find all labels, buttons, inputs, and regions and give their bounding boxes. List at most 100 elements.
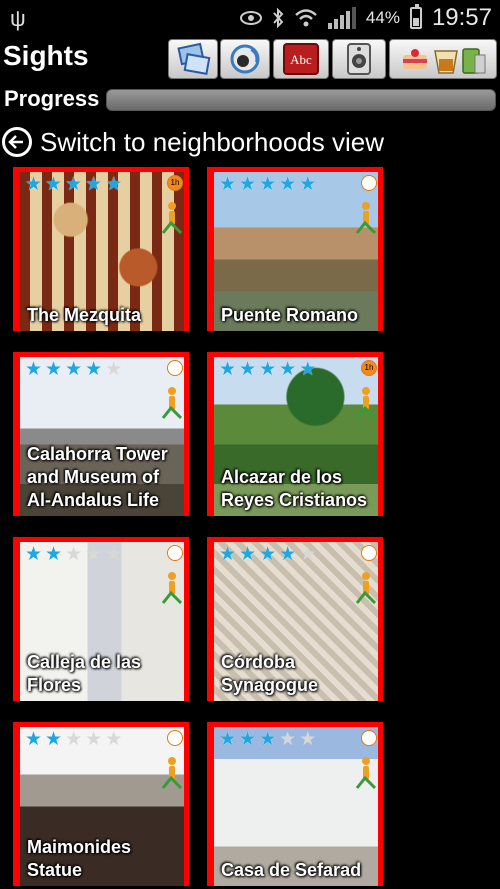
- clock-time: 19:57: [431, 4, 492, 31]
- sight-name: Maimonides Statue: [27, 837, 132, 880]
- progress-label: Progress: [4, 86, 100, 111]
- card-border: [207, 167, 383, 172]
- sight-name: Casa de Sefarad: [221, 860, 362, 880]
- walking-person-icon: [161, 757, 183, 790]
- sight-card[interactable]: ★ ★ ★ ★ ★ Calahorra Tower and Museum of Al-A…: [13, 352, 189, 516]
- svg-text:Abc: Abc: [290, 52, 312, 67]
- sight-name: Córdoba Synagogue: [221, 652, 319, 695]
- switch-view-link[interactable]: Switch to neighborhoods view: [0, 122, 500, 162]
- star-icon: ★: [45, 729, 63, 750]
- sight-name: Puente Romano: [221, 305, 359, 325]
- star-icon: ★: [279, 729, 297, 750]
- star-icon: ★: [45, 544, 63, 565]
- usb-icon: ψ: [10, 6, 26, 31]
- sight-card[interactable]: ★ ★ ★ ★ ★ 1h The Mezquita: [13, 167, 189, 331]
- star-icon: ★: [25, 174, 43, 195]
- card-border: [13, 537, 20, 701]
- title-bar: Sights Abc: [0, 38, 500, 82]
- star-icon: ★: [219, 729, 237, 750]
- star-rating: ★ ★ ★ ★ ★: [219, 360, 316, 380]
- battery-percent: 44%: [365, 8, 400, 27]
- view-toggle-button[interactable]: [168, 39, 218, 79]
- star-icon: ★: [299, 729, 317, 750]
- star-icon: ★: [45, 174, 63, 195]
- speaker-icon: [347, 43, 371, 75]
- star-icon: ★: [299, 359, 317, 380]
- star-icon: ★: [299, 544, 317, 565]
- walking-person-icon: [161, 572, 183, 605]
- star-icon: ★: [85, 359, 103, 380]
- card-border: [207, 722, 214, 886]
- sight-card[interactable]: ★ ★ ★ ★ ★ Puente Romano: [207, 167, 383, 331]
- star-icon: ★: [219, 359, 237, 380]
- speaker-button[interactable]: [332, 39, 386, 79]
- star-icon: ★: [105, 729, 123, 750]
- food-drink-button[interactable]: [389, 39, 497, 79]
- card-border: [13, 537, 189, 542]
- star-icon: ★: [85, 174, 103, 195]
- star-icon: ★: [25, 729, 43, 750]
- card-border: [207, 537, 214, 701]
- star-icon: ★: [279, 174, 297, 195]
- sight-card[interactable]: ★ ★ ★ ★ ★ Casa de Sefarad: [207, 722, 383, 886]
- walking-person-icon: [355, 757, 377, 790]
- star-icon: ★: [65, 729, 83, 750]
- card-border: [207, 352, 383, 357]
- star-icon: ★: [65, 174, 83, 195]
- duration-icon: 1h: [167, 175, 183, 191]
- sight-name: The Mezquita: [27, 305, 142, 325]
- star-icon: ★: [239, 729, 257, 750]
- star-rating: ★ ★ ★ ★ ★: [219, 545, 316, 565]
- phrasebook-button[interactable]: Abc: [273, 39, 329, 79]
- star-icon: ★: [259, 729, 277, 750]
- duration-icon: [167, 730, 183, 746]
- star-icon: ★: [259, 544, 277, 565]
- walking-person-icon: [355, 387, 377, 420]
- card-border: [13, 722, 20, 886]
- star-icon: ★: [45, 359, 63, 380]
- star-icon: ★: [219, 174, 237, 195]
- card-border: [207, 167, 214, 331]
- sight-name: Calleja de las Flores: [27, 652, 142, 695]
- progress-bar: [106, 89, 496, 111]
- sight-card[interactable]: ★ ★ ★ ★ ★ Maimonides Statue: [13, 722, 189, 886]
- card-border: [207, 352, 214, 516]
- status-icons: 44% 19:57: [239, 4, 492, 32]
- star-icon: ★: [279, 544, 297, 565]
- phrasebook-icon: Abc: [283, 43, 319, 75]
- star-icon: ★: [85, 544, 103, 565]
- wifi-icon: [295, 9, 317, 27]
- star-rating: ★ ★ ★ ★ ★: [25, 175, 122, 195]
- card-border: [207, 537, 383, 542]
- eye-icon: [239, 11, 262, 25]
- bluetooth-icon: [273, 7, 284, 29]
- card-border: [13, 352, 20, 516]
- battery-icon: [409, 4, 422, 29]
- card-border: [13, 167, 20, 331]
- duration-icon: [361, 175, 377, 191]
- food-drink-icon: [403, 48, 486, 74]
- card-border: [13, 722, 189, 727]
- star-icon: ★: [65, 544, 83, 565]
- sight-name: Alcazar de los Reyes Cristianos: [221, 467, 368, 510]
- status-bar: ψ 44% 19:57: [0, 0, 500, 36]
- star-icon: ★: [85, 729, 103, 750]
- sight-card[interactable]: ★ ★ ★ ★ ★ 1h Alcazar de los Reyes Cristianos: [207, 352, 383, 516]
- audio-guide-button[interactable]: [220, 39, 270, 79]
- star-icon: ★: [65, 359, 83, 380]
- walking-person-icon: [355, 572, 377, 605]
- progress-row: Progress: [0, 86, 500, 116]
- star-rating: ★ ★ ★ ★ ★: [25, 360, 122, 380]
- star-rating: ★ ★ ★ ★ ★: [25, 545, 122, 565]
- sight-card[interactable]: ★ ★ ★ ★ ★ Córdoba Synagogue: [207, 537, 383, 701]
- card-border: [207, 722, 383, 727]
- walking-person-icon: [355, 202, 377, 235]
- back-arrow-icon: [2, 127, 32, 157]
- duration-icon: [167, 545, 183, 561]
- signal-icon: [327, 7, 356, 29]
- duration-icon: [167, 360, 183, 376]
- star-rating: ★ ★ ★ ★ ★: [219, 730, 316, 750]
- view-toggle-icon: [177, 42, 211, 75]
- star-icon: ★: [239, 174, 257, 195]
- sight-card[interactable]: ★ ★ ★ ★ ★ Calleja de las Flores: [13, 537, 189, 701]
